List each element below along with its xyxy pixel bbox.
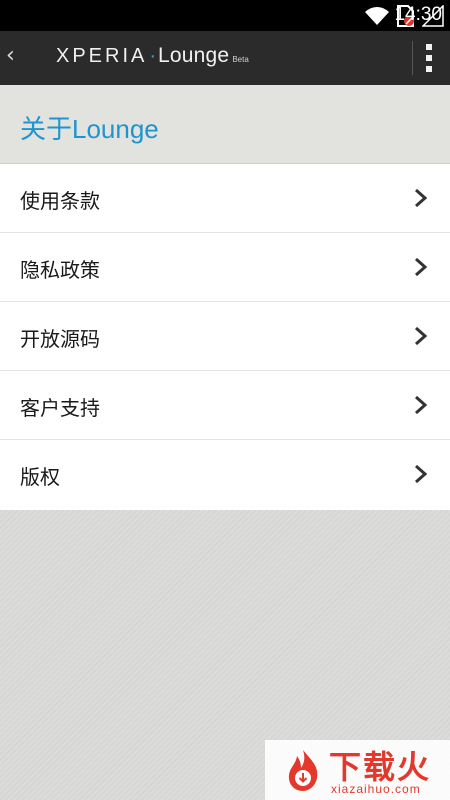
flame-logo-icon <box>288 750 318 791</box>
brand-tag: Beta <box>232 55 249 64</box>
watermark: 下载火 xiazaihuo.com <box>265 740 450 800</box>
menu-item-copyright[interactable]: 版权 <box>0 440 450 510</box>
menu-item-label: 隐私政策 <box>20 258 100 282</box>
overflow-menu-icon[interactable] <box>420 43 438 73</box>
menu-item-label: 版权 <box>20 465 60 489</box>
menu-item-label: 使用条款 <box>20 189 100 213</box>
back-button[interactable]: ‹ <box>6 43 15 68</box>
menu-item-label: 客户支持 <box>20 396 100 420</box>
menu-item-label: 开放源码 <box>20 327 100 351</box>
brand-product: Lounge <box>158 44 230 67</box>
chevron-right-icon <box>415 188 428 208</box>
menu-item-terms[interactable]: 使用条款 <box>0 164 450 233</box>
page-title: 关于Lounge <box>20 114 159 144</box>
status-time: 14:30 <box>394 4 442 25</box>
watermark-url: xiazaihuo.com <box>331 782 421 796</box>
page-header: 关于Lounge <box>0 85 450 164</box>
brand-name: XPERIA <box>56 45 148 67</box>
chevron-right-icon <box>415 257 428 277</box>
app-bar: ‹ XPERIA · Lounge Beta <box>0 31 450 85</box>
chevron-right-icon <box>415 464 428 484</box>
brand-separator: · <box>149 45 157 67</box>
menu-item-open-source[interactable]: 开放源码 <box>0 302 450 371</box>
chevron-right-icon <box>415 326 428 346</box>
status-bar: 14:30 <box>0 0 450 31</box>
app-logo: XPERIA · Lounge Beta <box>56 44 249 72</box>
menu-item-support[interactable]: 客户支持 <box>0 371 450 440</box>
menu-item-privacy[interactable]: 隐私政策 <box>0 233 450 302</box>
app-bar-divider <box>412 41 413 75</box>
menu-list: 使用条款 隐私政策 开放源码 客户支持 版权 <box>0 164 450 510</box>
chevron-right-icon <box>415 395 428 415</box>
wifi-icon <box>365 7 389 25</box>
